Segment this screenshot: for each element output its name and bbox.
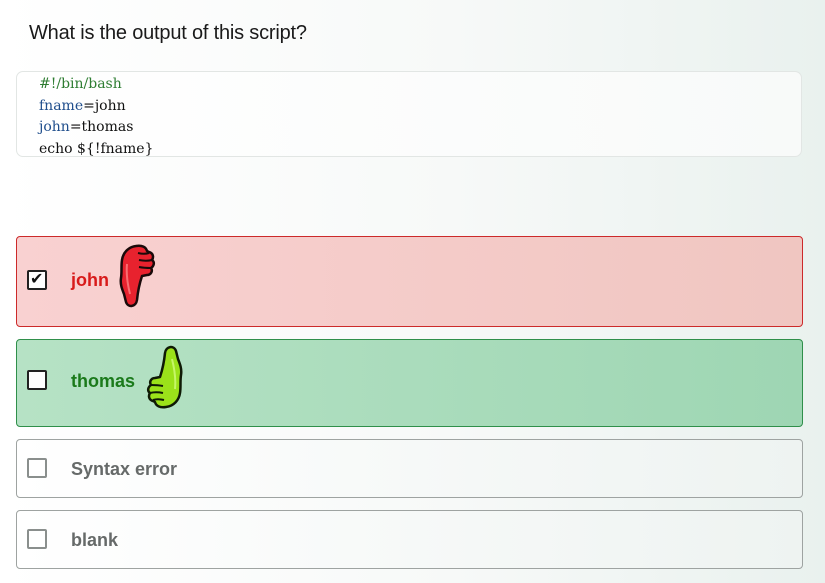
code-var-john: john <box>39 119 70 135</box>
answer-option-thomas[interactable]: thomas <box>16 339 803 427</box>
checkmark-icon: ✔ <box>30 269 44 288</box>
code-line-3: john=thomas <box>39 117 801 139</box>
answer-checkbox-john[interactable]: ✔ <box>27 269 47 290</box>
answer-checkbox-syntax-error[interactable] <box>27 458 47 478</box>
answer-label-thomas: thomas <box>71 371 136 391</box>
answer-option-syntax-error[interactable]: Syntax error <box>16 439 803 498</box>
code-line-echo: echo ${!fname} <box>39 140 154 157</box>
code-assign-john: =john <box>83 97 126 114</box>
code-block: #!/bin/bash fname=john john=thomas echo … <box>16 71 802 157</box>
answer-checkbox-thomas[interactable] <box>27 370 47 390</box>
code-assign-thomas: =thomas <box>69 119 134 135</box>
thumbs-down-icon <box>119 244 156 308</box>
answer-option-blank[interactable]: blank <box>16 510 803 569</box>
answer-label-blank: blank <box>71 530 119 550</box>
code-line-shebang: #!/bin/bash <box>39 76 122 92</box>
question-title: What is the output of this script? <box>29 22 307 44</box>
code-line-2: fname=john <box>39 96 801 118</box>
answer-label-syntax-error: Syntax error <box>71 459 178 479</box>
thumbs-up-icon <box>146 345 183 409</box>
code-var-fname: fname <box>39 97 84 114</box>
answer-checkbox-blank[interactable] <box>27 529 47 549</box>
answer-label-john: john <box>71 270 109 290</box>
answer-option-john[interactable]: ✔ john <box>16 236 803 327</box>
